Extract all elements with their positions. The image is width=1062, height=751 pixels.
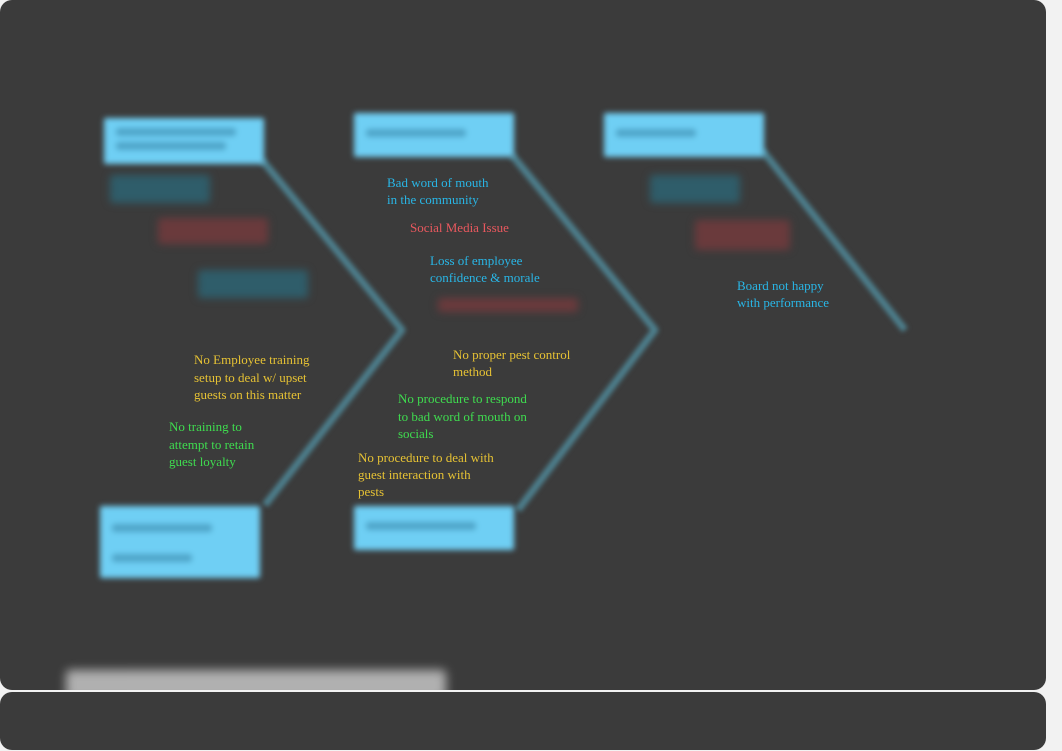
obscured-note (198, 270, 308, 298)
obscured-title (66, 670, 446, 690)
note-no-pest-control: No proper pest control method (453, 347, 571, 379)
obscured-note (695, 220, 790, 250)
category-box-4 (100, 506, 260, 578)
note-loss-of-confidence: Loss of employee confidence & morale (430, 253, 540, 285)
obscured-note (650, 175, 740, 203)
bone-2 (509, 152, 659, 513)
note-social-media-issue: Social Media Issue (410, 220, 509, 235)
obscured-note (110, 175, 210, 203)
obscured-note (158, 218, 268, 244)
note-bad-word-of-mouth: Bad word of mouth in the community (387, 175, 489, 207)
diagram-canvas: Bad word of mouth in the community Socia… (0, 0, 1046, 690)
note-board-not-happy: Board not happy with performance (737, 278, 830, 310)
category-box-5 (354, 506, 514, 550)
category-box-1 (104, 118, 264, 164)
note-no-procedure-pests: No procedure to deal with guest interact… (358, 450, 494, 499)
note-no-procedure-socials: No procedure to respond to bad word of m… (398, 391, 527, 441)
fishbone-bones (259, 147, 908, 513)
category-box-2 (354, 113, 514, 157)
note-no-training-loyalty: No training to attempt to retain guest l… (169, 419, 255, 469)
obscured-note (438, 298, 578, 312)
next-page-panel (0, 692, 1046, 750)
category-box-3 (604, 113, 764, 157)
note-no-employee-training: No Employee training setup to deal w/ up… (194, 352, 310, 402)
